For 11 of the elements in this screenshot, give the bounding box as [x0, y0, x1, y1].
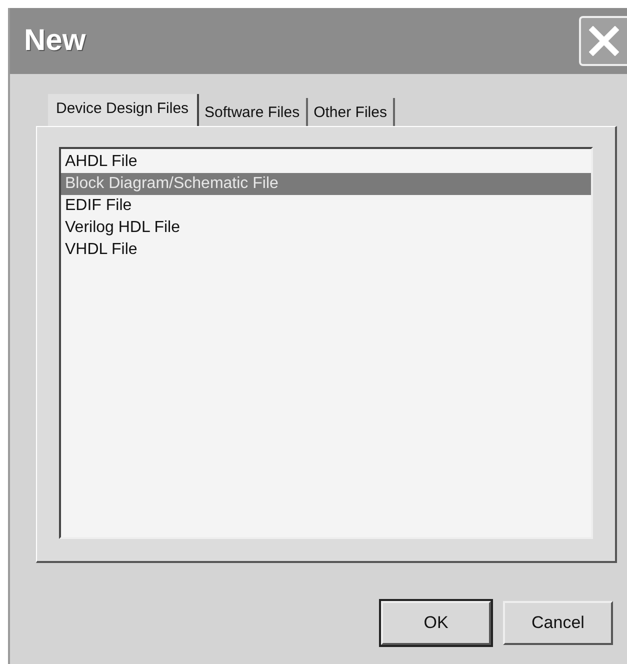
window-title: New — [24, 24, 86, 58]
list-item[interactable]: VHDL File — [61, 239, 591, 261]
list-item[interactable]: Block Diagram/Schematic File — [61, 173, 591, 195]
close-button[interactable] — [579, 16, 627, 66]
ok-button[interactable]: OK — [381, 601, 491, 645]
close-icon — [589, 26, 619, 56]
cancel-button[interactable]: Cancel — [503, 601, 613, 645]
list-item[interactable]: EDIF File — [61, 195, 591, 217]
list-item[interactable]: Verilog HDL File — [61, 217, 591, 239]
list-item[interactable]: AHDL File — [61, 151, 591, 173]
tab[interactable]: Device Design Files — [48, 94, 199, 126]
